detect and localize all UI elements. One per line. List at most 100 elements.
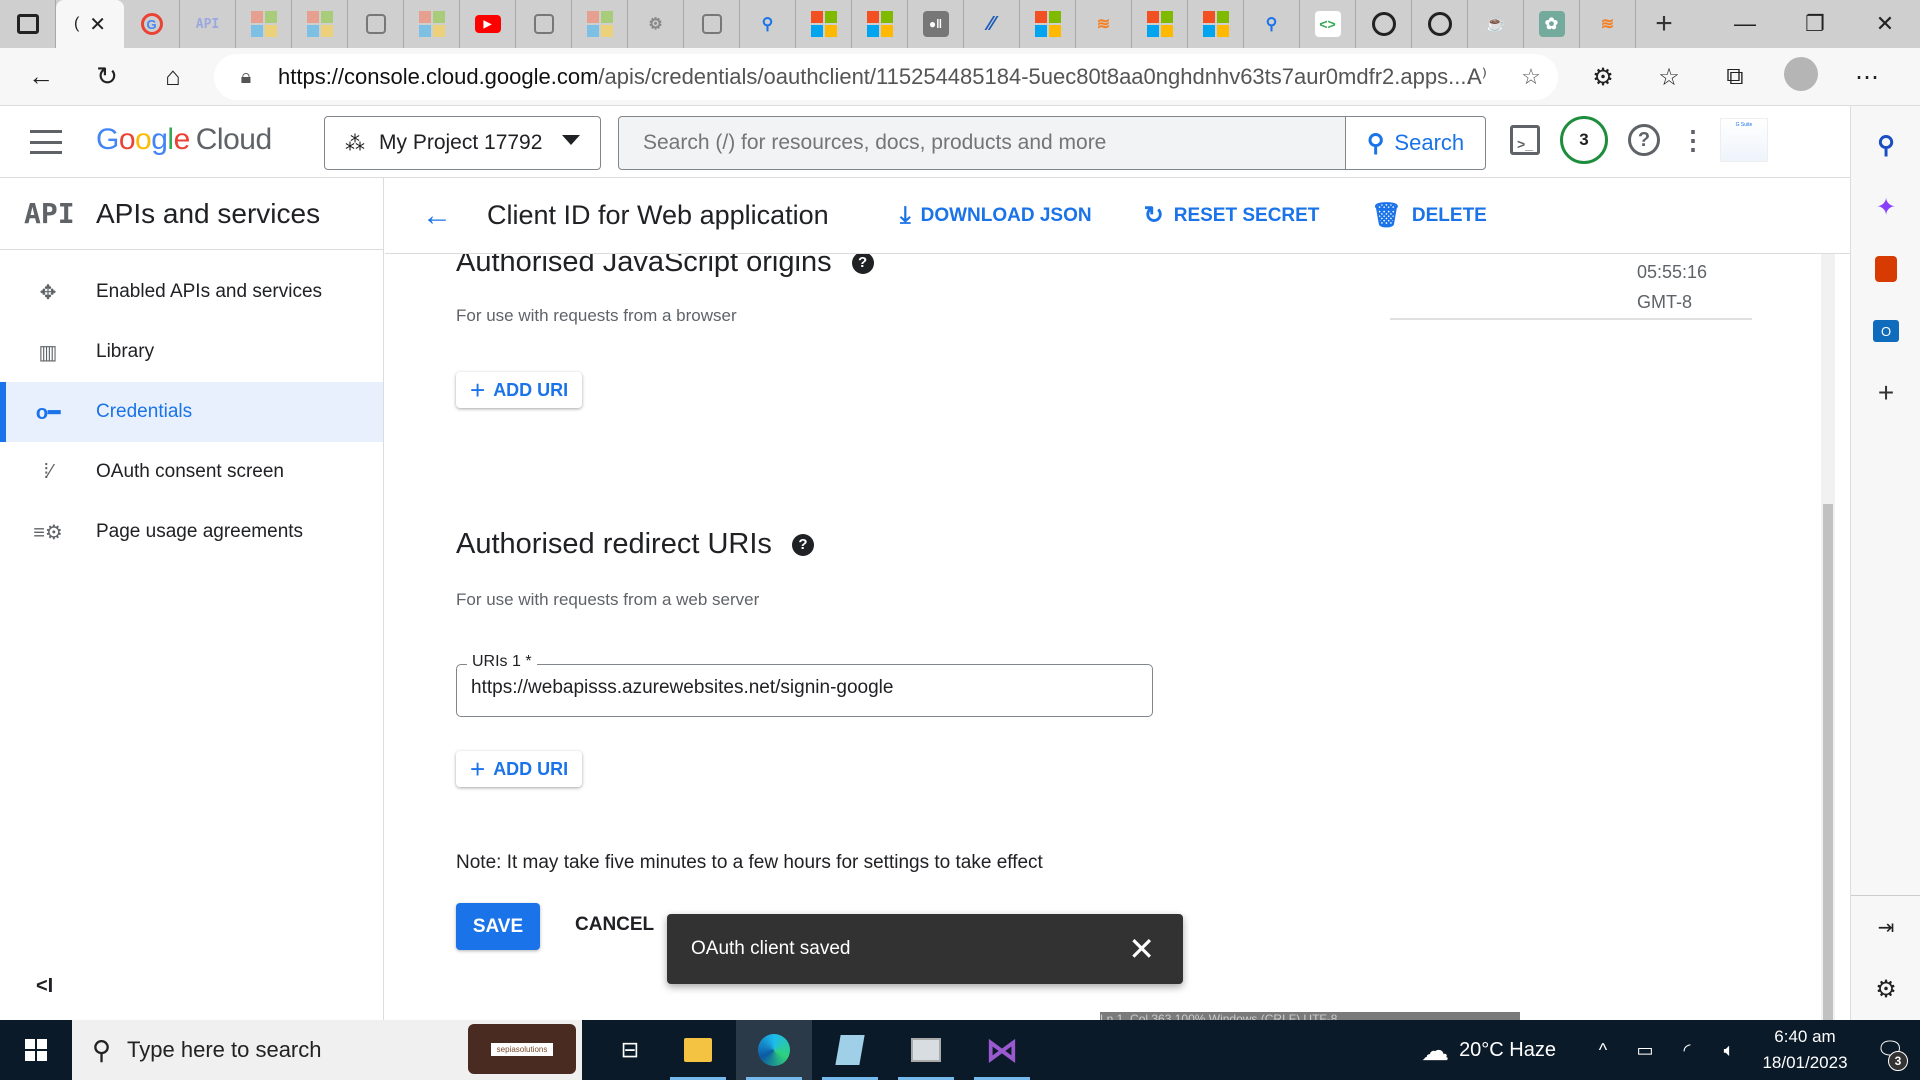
taskbar-visual-studio[interactable]: ⋈	[964, 1020, 1040, 1080]
edge-office-button[interactable]	[1851, 238, 1920, 300]
tab-github[interactable]	[1412, 0, 1468, 48]
taskbar-search[interactable]: ⚲ Type here to search sepiasolutions	[72, 1020, 582, 1080]
add-redirect-uri-button[interactable]: + ADD URI	[456, 751, 583, 787]
search-button[interactable]: ⚲ Search	[1345, 117, 1485, 169]
add-js-origin-button[interactable]: + ADD URI	[456, 372, 583, 408]
scrollbar-thumb[interactable]	[1823, 504, 1833, 1020]
new-tab-button[interactable]: +	[1636, 0, 1692, 48]
edge-outlook-button[interactable]: O	[1851, 300, 1920, 362]
sidebar-item-page-usage[interactable]: ≡⚙ Page usage agreements	[0, 502, 383, 562]
task-view-button[interactable]: ⊟	[600, 1020, 660, 1080]
clock[interactable]: 6:40 am 18/01/2023	[1750, 1024, 1860, 1076]
collapse-sidebar-button[interactable]: <I	[36, 975, 53, 998]
volume-icon[interactable]: 🔈︎	[1708, 1040, 1750, 1061]
profile-button[interactable]	[1768, 56, 1834, 98]
tab-stackoverflow[interactable]: ≋	[1580, 0, 1636, 48]
scrollbar[interactable]	[1821, 254, 1835, 1020]
close-icon[interactable]: ✕	[1128, 930, 1155, 968]
reset-secret-button[interactable]: ↻ RESET SECRET	[1144, 201, 1320, 230]
tab-settings-page[interactable]: ⚙	[628, 0, 684, 48]
back-button[interactable]: ←	[8, 48, 74, 106]
edge-hide-sidebar-button[interactable]: ⇥	[1851, 896, 1920, 958]
tab-stackoverflow[interactable]: ≋	[1076, 0, 1132, 48]
close-window-button[interactable]: ✕	[1850, 0, 1920, 48]
redirect-uri-input[interactable]	[471, 677, 1131, 699]
save-button[interactable]: SAVE	[456, 903, 540, 950]
more-options-icon[interactable]: ⋮	[1680, 125, 1706, 156]
tab-microsoft[interactable]	[1188, 0, 1244, 48]
edge-sidebar-settings-button[interactable]: ⚙	[1851, 958, 1920, 1020]
taskbar-file-explorer[interactable]	[660, 1020, 736, 1080]
action-center-button[interactable]: 🗨︎ 3	[1860, 1037, 1920, 1071]
show-hidden-icons-chevron-icon[interactable]: ^	[1582, 1040, 1624, 1061]
tab-microsoft[interactable]	[1132, 0, 1188, 48]
more-menu-icon[interactable]: ⋯	[1834, 63, 1900, 92]
tab-code[interactable]: <>	[1300, 0, 1356, 48]
start-button[interactable]	[0, 1020, 72, 1080]
search-input[interactable]	[619, 131, 1345, 155]
tab-search[interactable]: ⚲	[740, 0, 796, 48]
help-icon[interactable]: ?	[1628, 124, 1660, 156]
taskbar-notepad[interactable]	[812, 1020, 888, 1080]
tab-google[interactable]: G	[124, 0, 180, 48]
favorites-icon[interactable]: ☆	[1636, 63, 1702, 92]
cancel-button[interactable]: CANCEL	[575, 914, 654, 936]
help-icon[interactable]: ?	[791, 533, 814, 556]
edge-add-button[interactable]: +	[1851, 362, 1920, 424]
url-host: https://console.cloud.google.com	[278, 64, 599, 89]
tab-coffee[interactable]: ☕	[1468, 0, 1524, 48]
read-aloud-icon[interactable]: A⁾	[1450, 64, 1504, 90]
tab-actions-button[interactable]	[0, 0, 56, 48]
active-tab[interactable]: ( ✕	[56, 0, 124, 48]
tab-page[interactable]	[348, 0, 404, 48]
tab-microsoft[interactable]	[236, 0, 292, 48]
battery-icon[interactable]: ▭	[1624, 1040, 1666, 1061]
back-arrow-icon[interactable]: ←	[397, 199, 477, 233]
tab-page[interactable]	[516, 0, 572, 48]
extensions-icon[interactable]: ⚙	[1570, 63, 1636, 92]
help-icon[interactable]: ?	[851, 254, 874, 274]
taskbar-edge[interactable]	[736, 1020, 812, 1080]
main-menu-icon[interactable]	[30, 130, 62, 154]
project-selector[interactable]: ⁂ My Project 17792	[324, 116, 601, 170]
refresh-button[interactable]: ↻	[74, 48, 140, 106]
tab-microsoft[interactable]	[404, 0, 460, 48]
tab-microsoft[interactable]	[796, 0, 852, 48]
delete-button[interactable]: 🗑︎ DELETE	[1371, 201, 1486, 230]
tab-medium[interactable]: ●‖	[908, 0, 964, 48]
wifi-icon[interactable]: ◜	[1666, 1040, 1708, 1061]
cloud-shell-icon[interactable]: >_	[1510, 125, 1540, 155]
search-highlight-logo[interactable]: sepiasolutions	[468, 1024, 576, 1074]
address-bar[interactable]: 🔒︎ https://console.cloud.google.com/apis…	[214, 54, 1558, 100]
weather-widget[interactable]: ☁ 20°C Haze	[1421, 1034, 1556, 1067]
collections-icon[interactable]: ⧉	[1702, 63, 1768, 91]
edge-copilot-button[interactable]: ✦	[1851, 176, 1920, 238]
outlook-icon: O	[1873, 320, 1899, 342]
sidebar-item-enabled-apis[interactable]: ✥ Enabled APIs and services	[0, 262, 383, 322]
tab-microsoft[interactable]	[1020, 0, 1076, 48]
notifications-badge[interactable]: 3	[1560, 116, 1608, 164]
close-tab-icon[interactable]: ✕	[89, 12, 106, 37]
add-favorite-icon[interactable]: ☆	[1504, 64, 1558, 90]
tab-github[interactable]	[1356, 0, 1412, 48]
account-thumbnail[interactable]: G Suite	[1720, 118, 1768, 162]
restore-button[interactable]: ❐	[1780, 0, 1850, 48]
tab-azure[interactable]: ⁄⁄	[964, 0, 1020, 48]
tab-search[interactable]: ⚲	[1244, 0, 1300, 48]
tab-chatgpt[interactable]: ✿	[1524, 0, 1580, 48]
tab-api[interactable]: API	[180, 0, 236, 48]
home-button[interactable]: ⌂	[140, 48, 206, 106]
tab-page[interactable]	[684, 0, 740, 48]
sidebar-item-library[interactable]: ▥ Library	[0, 322, 383, 382]
tab-microsoft[interactable]	[852, 0, 908, 48]
tab-microsoft[interactable]	[292, 0, 348, 48]
tab-youtube[interactable]: ▶	[460, 0, 516, 48]
google-cloud-logo[interactable]: Google Cloud	[96, 123, 272, 157]
tab-microsoft[interactable]	[572, 0, 628, 48]
minimize-button[interactable]: —	[1710, 0, 1780, 48]
edge-search-button[interactable]: ⚲	[1851, 114, 1920, 176]
download-json-button[interactable]: ⤓ DOWNLOAD JSON	[900, 202, 1092, 230]
sidebar-item-oauth-consent[interactable]: ⁞⁄ OAuth consent screen	[0, 442, 383, 502]
taskbar-resource-monitor[interactable]	[888, 1020, 964, 1080]
sidebar-item-credentials[interactable]: o━ Credentials	[0, 382, 383, 442]
